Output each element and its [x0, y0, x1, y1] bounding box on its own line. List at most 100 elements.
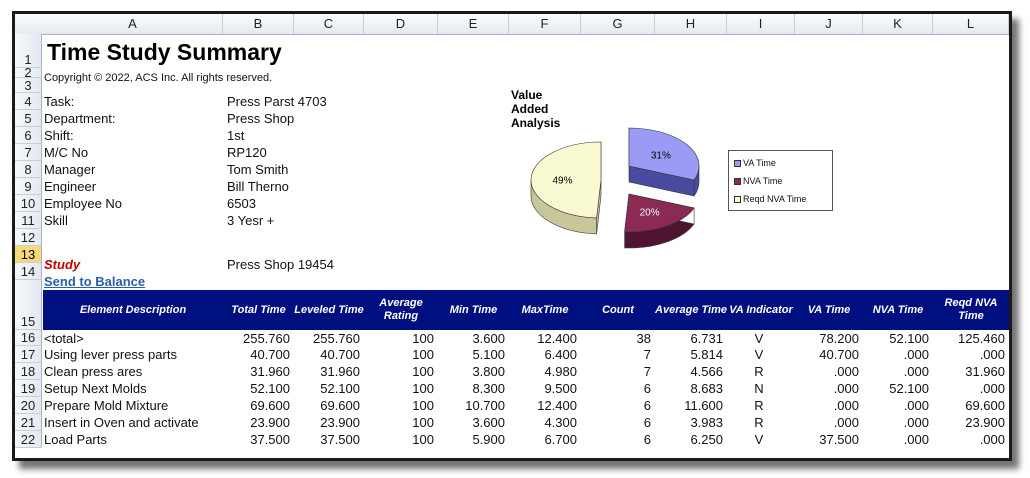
column-header-b[interactable]: B	[223, 14, 294, 34]
row-header-1[interactable]: 1	[15, 34, 42, 68]
element-description-cell: Using lever press parts	[44, 347, 177, 362]
row-header-9[interactable]: 9	[15, 178, 42, 195]
row-header-19[interactable]: 19	[15, 380, 42, 397]
table-cell: 11.600	[684, 398, 723, 413]
table-cell: 52.100	[250, 381, 290, 396]
legend-item-va: VA Time	[734, 158, 776, 168]
element-description-cell: Setup Next Molds	[44, 381, 147, 396]
row-header-5[interactable]: 5	[15, 110, 42, 127]
legend-label-nva: NVA Time	[743, 176, 783, 186]
row-header-20[interactable]: 20	[15, 397, 42, 414]
pie-data-label: 20%	[640, 208, 660, 219]
row-header-3[interactable]: 3	[15, 78, 42, 93]
table-cell: 125.460	[958, 331, 1005, 346]
table-cell: 23.900	[250, 415, 290, 430]
table-cell: 3.600	[472, 331, 505, 346]
column-header-l[interactable]: L	[933, 14, 1009, 34]
info-value: 6503	[227, 196, 256, 211]
info-label: Skill	[44, 213, 68, 228]
element-description-cell: Load Parts	[44, 432, 107, 447]
legend-swatch-va	[734, 159, 741, 167]
row-header-13[interactable]: 13	[15, 246, 42, 263]
table-cell: 37.500	[320, 432, 360, 447]
info-value: Press Parst 4703	[227, 94, 327, 109]
row-header-12[interactable]: 12	[15, 229, 42, 246]
row-header-2[interactable]: 2	[15, 66, 42, 79]
table-cell: .000	[833, 364, 859, 379]
column-header-f[interactable]: F	[509, 14, 581, 34]
table-cell: 52.100	[889, 381, 929, 396]
value-added-pie-chart: 31% 20% 49%	[530, 127, 700, 249]
send-to-balance-link[interactable]: Send to Balance	[44, 274, 145, 290]
table-cell: 3.800	[472, 364, 505, 379]
table-cell: 40.700	[320, 347, 360, 362]
info-label: M/C No	[44, 145, 89, 160]
row-header-10[interactable]: 10	[15, 195, 42, 212]
table-cell: 255.760	[243, 331, 290, 346]
table-cell: R	[754, 415, 764, 430]
table-cell: 4.300	[544, 415, 577, 430]
table-cell: 5.100	[472, 347, 505, 362]
info-value: 3 Yesr +	[227, 213, 275, 228]
row-header-11[interactable]: 11	[15, 212, 42, 229]
table-cell: 6	[643, 381, 651, 396]
table-cell: 100	[412, 398, 434, 413]
row-header-21[interactable]: 21	[15, 414, 42, 431]
pie-data-label: 31%	[651, 150, 671, 161]
table-cell: 100	[412, 415, 434, 430]
column-header-e[interactable]: E	[438, 14, 509, 34]
row-header-8[interactable]: 8	[15, 161, 42, 178]
column-header-c[interactable]: C	[294, 14, 364, 34]
column-header-h[interactable]: H	[655, 14, 727, 34]
column-headers: ABCDEFGHIJKL	[15, 14, 1009, 35]
table-cell: 23.900	[320, 415, 360, 430]
table-cell: 8.300	[472, 381, 505, 396]
element-description-cell: Insert in Oven and activate	[44, 415, 199, 430]
table-cell: .000	[833, 415, 859, 430]
row-header-14[interactable]: 14	[15, 263, 42, 280]
table-cell: 5.900	[472, 432, 505, 447]
row-header-4[interactable]: 4	[15, 93, 42, 110]
row-header-15[interactable]: 15	[15, 280, 42, 330]
table-cell: 31.960	[250, 364, 290, 379]
table-cell: .000	[833, 381, 859, 396]
table-cell: .000	[903, 432, 929, 447]
table-cell: .000	[903, 415, 929, 430]
row-header-7[interactable]: 7	[15, 144, 42, 161]
table-cell: 69.600	[965, 398, 1005, 413]
table-cell: 5.814	[690, 347, 723, 362]
table-cell: 40.700	[819, 347, 859, 362]
table-header-cell: Count	[602, 303, 634, 316]
table-cell: .000	[903, 347, 929, 362]
legend-item-reqd-nva: Reqd NVA Time	[734, 194, 806, 204]
table-cell: V	[754, 347, 764, 362]
row-header-16[interactable]: 16	[15, 330, 42, 346]
column-header-a[interactable]: A	[43, 14, 223, 34]
column-header-j[interactable]: J	[795, 14, 863, 34]
table-cell: 100	[412, 347, 434, 362]
column-header-g[interactable]: G	[581, 14, 655, 34]
row-header-17[interactable]: 17	[15, 346, 42, 363]
spreadsheet-window: ABCDEFGHIJKL 1 2 3 4 5 6 7 8 9 10 11 12 13 14 15 16 17 18…	[12, 11, 1012, 461]
column-header-i[interactable]: I	[727, 14, 795, 34]
table-cell: 6	[643, 432, 651, 447]
row-header-18[interactable]: 18	[15, 363, 42, 380]
table-cell: .000	[979, 381, 1005, 396]
table-header-cell: VA Time	[807, 303, 851, 316]
row-header-22[interactable]: 22	[15, 431, 42, 448]
table-header-cell: Leveled Time	[294, 303, 364, 316]
table-header-cell: Average Rating	[379, 297, 423, 322]
info-label: Department:	[44, 111, 116, 126]
study-label: Study	[44, 257, 81, 272]
table-cell: 4.566	[690, 364, 723, 379]
table-header-cell: Average Time	[655, 303, 727, 316]
table-cell: 7	[643, 364, 651, 379]
table-cell: 23.900	[965, 415, 1005, 430]
row-header-6[interactable]: 6	[15, 127, 42, 144]
info-value: Press Shop	[227, 111, 295, 126]
column-header-d[interactable]: D	[364, 14, 438, 34]
sheet-title: Time Study Summary	[47, 39, 282, 65]
table-cell: 12.400	[537, 331, 577, 346]
table-cell: R	[754, 398, 764, 413]
column-header-k[interactable]: K	[863, 14, 933, 34]
